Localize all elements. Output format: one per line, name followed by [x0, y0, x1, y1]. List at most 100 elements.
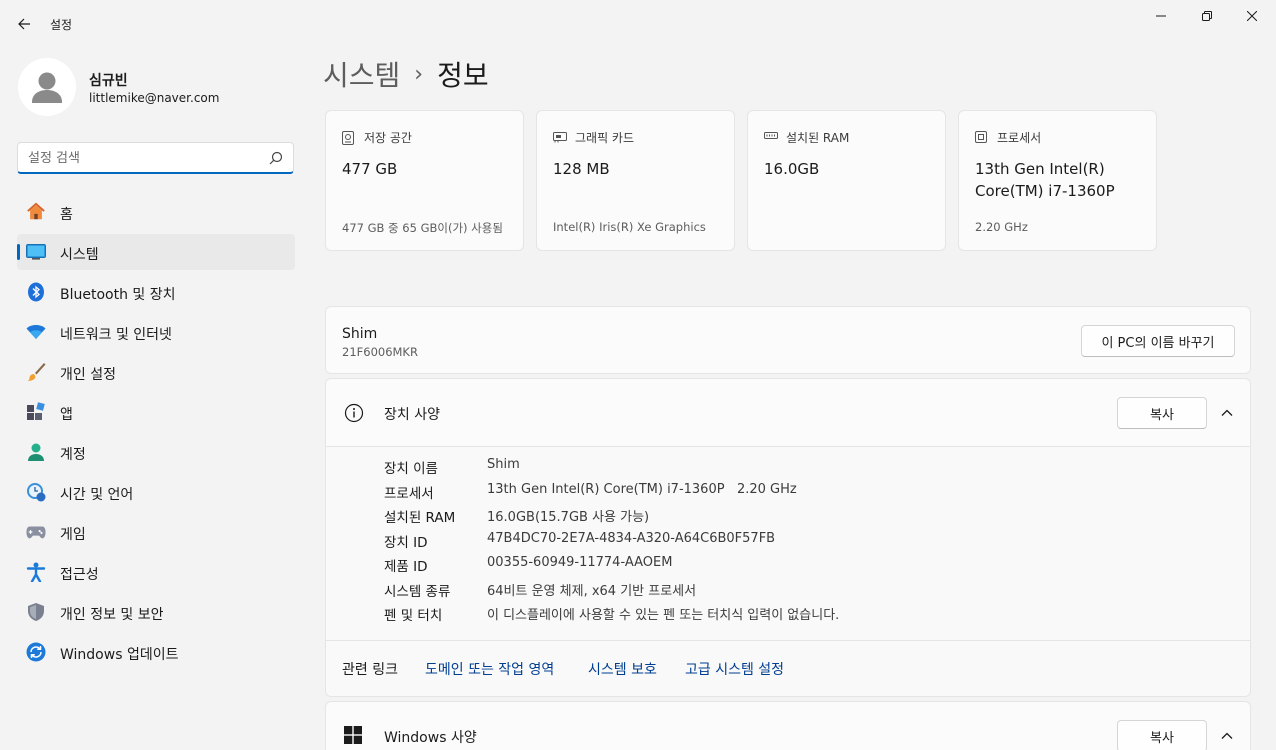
- page-title: 정보: [437, 59, 489, 92]
- sidebar-nav: 홈 시스템 Bluetooth 및 장치 네트워크 및 인터넷 개인 설정 앱: [17, 194, 295, 674]
- chevron-up-icon[interactable]: [1219, 405, 1235, 421]
- card-ram[interactable]: 설치된 RAM 16.0GB: [747, 110, 946, 251]
- close-icon: [1247, 11, 1257, 21]
- windows-logo-icon: [344, 726, 362, 744]
- card-value: 128 MB: [553, 160, 610, 178]
- ram-icon: [764, 131, 778, 145]
- accessibility-icon: [26, 562, 46, 582]
- sidebar-item-apps[interactable]: 앱: [17, 394, 295, 430]
- card-subtext: Intel(R) Iris(R) Xe Graphics: [553, 220, 706, 234]
- card-graphics[interactable]: 그래픽 카드 128 MB Intel(R) Iris(R) Xe Graphi…: [536, 110, 735, 251]
- minimize-button[interactable]: [1143, 6, 1179, 26]
- breadcrumb-parent[interactable]: 시스템: [323, 54, 400, 94]
- close-button[interactable]: [1234, 6, 1270, 26]
- graphics-card-icon: [553, 131, 567, 145]
- card-title: 프로세서: [997, 131, 1042, 145]
- windows-specs-title: Windows 사양: [384, 730, 477, 746]
- sidebar-item-label: 앱: [60, 407, 73, 423]
- card-storage[interactable]: 저장 공간 477 GB 477 GB 중 65 GB이(가) 사용됨: [325, 110, 524, 251]
- spec-value: 64비트 운영 체제, x64 기반 프로세서: [487, 584, 697, 599]
- device-specs-body: 장치 이름 Shim 프로세서 13th Gen Intel(R) Core(T…: [326, 447, 1250, 640]
- spec-value: Shim: [487, 457, 520, 472]
- chevron-up-icon[interactable]: [1219, 728, 1235, 744]
- search-icon[interactable]: [269, 151, 283, 165]
- card-title: 저장 공간: [364, 131, 412, 145]
- device-specs-panel: 장치 사양 복사 장치 이름 Shim 프로세서 13th Gen Intel(…: [325, 378, 1251, 697]
- avatar: [18, 58, 76, 116]
- sidebar-item-time-language[interactable]: 시간 및 언어: [17, 474, 295, 510]
- windows-specs-panel[interactable]: Windows 사양 복사: [325, 701, 1251, 750]
- sidebar-item-label: 시스템: [60, 247, 99, 263]
- spec-value: 이 디스플레이에 사용할 수 있는 펜 또는 터치식 입력이 없습니다.: [487, 608, 840, 623]
- sidebar-item-personalization[interactable]: 개인 설정: [17, 354, 295, 390]
- time-language-icon: [26, 482, 46, 502]
- sidebar-item-home[interactable]: 홈: [17, 194, 295, 230]
- pc-name: Shim: [342, 326, 378, 342]
- spec-value: 00355-60949-11774-AAOEM: [487, 555, 673, 570]
- app-title: 설정: [50, 18, 73, 32]
- home-icon: [26, 202, 46, 222]
- card-title: 설치된 RAM: [786, 131, 850, 145]
- link-domain-workgroup[interactable]: 도메인 또는 작업 영역: [425, 659, 554, 679]
- system-icon: [26, 242, 46, 262]
- link-system-protection[interactable]: 시스템 보호: [588, 659, 657, 679]
- sidebar-item-accessibility[interactable]: 접근성: [17, 554, 295, 590]
- profile-email: littlemike@naver.com: [89, 91, 220, 105]
- sidebar-item-system[interactable]: 시스템: [17, 234, 295, 270]
- sidebar-item-gaming[interactable]: 게임: [17, 514, 295, 550]
- title-bar: 설정: [0, 0, 1276, 46]
- sidebar-item-windows-update[interactable]: Windows 업데이트: [17, 634, 295, 670]
- back-button[interactable]: [12, 12, 36, 36]
- person-icon: [18, 58, 76, 116]
- sidebar-item-network[interactable]: 네트워크 및 인터넷: [17, 314, 295, 350]
- gaming-icon: [26, 522, 46, 542]
- shield-icon: [26, 602, 46, 622]
- card-value: 477 GB: [342, 160, 398, 178]
- sidebar-item-label: Bluetooth 및 장치: [60, 287, 176, 303]
- card-processor[interactable]: 프로세서 13th Gen Intel(R) Core(TM) i7-1360P…: [958, 110, 1157, 251]
- pc-model: 21F6006MKR: [342, 345, 418, 359]
- sidebar-item-privacy-security[interactable]: 개인 정보 및 보안: [17, 594, 295, 630]
- copy-device-specs-button[interactable]: 복사: [1117, 397, 1207, 429]
- card-value: 16.0GB: [764, 160, 820, 178]
- user-profile[interactable]: 심규빈 littlemike@naver.com: [18, 58, 298, 118]
- spec-value: 47B4DC70-2E7A-4834-A320-A64C6B0F57FB: [487, 531, 776, 546]
- card-header: 설치된 RAM: [764, 129, 849, 146]
- brush-icon: [26, 362, 46, 382]
- sidebar-item-label: 계정: [60, 447, 86, 463]
- rename-pc-button[interactable]: 이 PC의 이름 바꾸기: [1081, 325, 1235, 357]
- search-input[interactable]: [28, 148, 258, 168]
- related-links: 관련 링크 도메인 또는 작업 영역 시스템 보호 고급 시스템 설정: [326, 640, 1250, 696]
- device-specs-title: 장치 사양: [384, 407, 440, 423]
- wifi-icon: [26, 322, 46, 342]
- sidebar-item-bluetooth[interactable]: Bluetooth 및 장치: [17, 274, 295, 310]
- sidebar-item-label: 홈: [60, 207, 73, 223]
- spec-label: 펜 및 터치: [384, 608, 443, 624]
- card-value: 13th Gen Intel(R) Core(TM) i7-1360P: [975, 160, 1115, 200]
- account-icon: [26, 442, 46, 462]
- update-icon: [26, 642, 46, 662]
- copy-windows-specs-button[interactable]: 복사: [1117, 720, 1207, 750]
- spec-label: 제품 ID: [384, 559, 428, 575]
- processor-icon: [975, 130, 989, 145]
- card-title: 그래픽 카드: [575, 131, 635, 145]
- spec-value: 16.0GB(15.7GB 사용 가능): [487, 510, 650, 525]
- card-header: 프로세서: [975, 129, 1041, 146]
- card-header: 저장 공간: [342, 129, 412, 146]
- sidebar-item-accounts[interactable]: 계정: [17, 434, 295, 470]
- link-advanced-system-settings[interactable]: 고급 시스템 설정: [685, 659, 784, 679]
- card-header: 그래픽 카드: [553, 129, 634, 146]
- maximize-button[interactable]: [1189, 6, 1225, 26]
- card-subtext: 477 GB 중 65 GB이(가) 사용됨: [342, 221, 503, 235]
- profile-name: 심규빈: [89, 73, 128, 89]
- spec-label: 장치 ID: [384, 535, 428, 551]
- info-icon: [344, 403, 364, 423]
- settings-search[interactable]: [17, 142, 294, 174]
- sidebar-item-label: 개인 설정: [60, 367, 116, 383]
- breadcrumb-separator: ›: [414, 61, 424, 87]
- sidebar-item-label: 시간 및 언어: [60, 487, 134, 503]
- device-specs-header[interactable]: 장치 사양 복사: [326, 379, 1250, 447]
- sidebar-item-label: Windows 업데이트: [60, 647, 179, 663]
- sidebar-item-label: 접근성: [60, 567, 99, 583]
- spec-value: 13th Gen Intel(R) Core(TM) i7-1360P 2.20…: [487, 482, 797, 497]
